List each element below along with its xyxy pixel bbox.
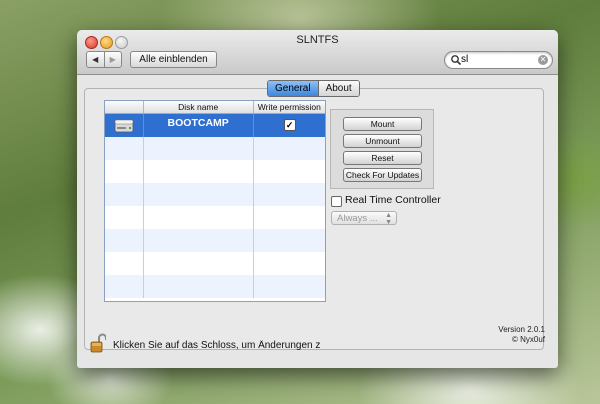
back-button[interactable]: ◀ [87, 52, 104, 67]
table-row [105, 183, 325, 206]
unlocked-padlock-icon[interactable] [90, 333, 106, 353]
column-header-write-permission[interactable]: Write permission [252, 101, 325, 113]
clear-search-icon[interactable]: ✕ [538, 55, 548, 65]
real-time-mode-popup[interactable]: Always ... ▲ ▼ [331, 211, 397, 226]
search-field[interactable]: sl ✕ [444, 51, 553, 69]
version-label: Version 2.0.1 [498, 325, 545, 334]
forward-arrow-icon: ▶ [109, 55, 116, 64]
column-header-icon[interactable] [105, 101, 143, 113]
table-row [105, 206, 325, 229]
back-arrow-icon: ◀ [92, 55, 99, 64]
write-permission-cell: ✓ [252, 114, 325, 137]
table-row [105, 137, 325, 160]
window-title: SLNTFS [296, 34, 339, 46]
preferences-window: SLNTFS ◀ ▶ Alle einblenden sl ✕ General … [77, 30, 558, 368]
disk-name: BOOTCAMP [167, 117, 229, 129]
popup-arrows-icon: ▲ ▼ [385, 212, 392, 226]
table-row [105, 275, 325, 298]
search-input[interactable]: sl [461, 54, 468, 65]
real-time-controller-checkbox[interactable] [331, 196, 342, 207]
version-info: Version 2.0.1 © Nyx0uf [498, 325, 545, 344]
reset-button[interactable]: Reset [343, 151, 422, 165]
disk-table[interactable]: Disk name Write permission BOOTCAMP ✓ [104, 100, 326, 302]
table-row [105, 229, 325, 252]
popup-value: Always ... [337, 213, 378, 224]
tab-general[interactable]: General [268, 81, 318, 96]
tab-about[interactable]: About [317, 81, 359, 96]
forward-button[interactable]: ▶ [103, 52, 122, 67]
disk-icon-cell [105, 114, 143, 137]
hard-disk-icon [114, 119, 134, 133]
column-header-disk-name[interactable]: Disk name [142, 101, 253, 113]
nav-button-group: ◀ ▶ [86, 51, 122, 68]
disk-name-cell: BOOTCAMP [142, 114, 253, 137]
title-bar: SLNTFS ◀ ▶ Alle einblenden sl ✕ [77, 30, 558, 75]
table-row [105, 160, 325, 183]
copyright-label: © Nyx0uf [511, 334, 545, 344]
action-button-panel: Mount Unmount Reset Check For Updates [330, 109, 434, 189]
table-row [105, 252, 325, 275]
table-row[interactable]: BOOTCAMP ✓ [105, 114, 325, 137]
table-header: Disk name Write permission [105, 101, 325, 114]
table-rows: BOOTCAMP ✓ [105, 114, 325, 301]
real-time-controller-label: Real Time Controller [345, 194, 441, 206]
unmount-button[interactable]: Unmount [343, 134, 422, 148]
mount-button[interactable]: Mount [343, 117, 422, 131]
check-for-updates-button[interactable]: Check For Updates [343, 168, 422, 182]
tab-bar: General About [267, 80, 360, 97]
show-all-button[interactable]: Alle einblenden [130, 51, 217, 68]
lock-hint-text: Klicken Sie auf das Schloss, um Änderung… [113, 340, 321, 351]
write-permission-checkbox[interactable]: ✓ [283, 119, 296, 131]
